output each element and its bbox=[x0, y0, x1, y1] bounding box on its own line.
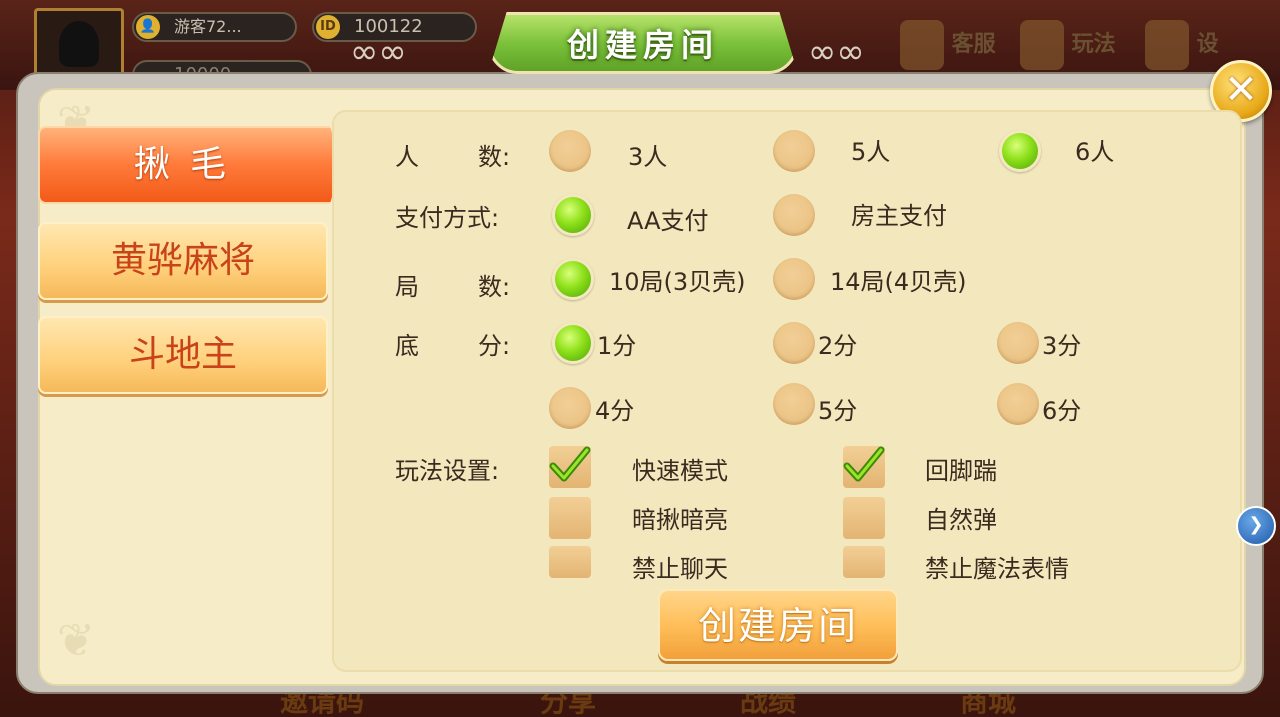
radio-payment-owner[interactable] bbox=[773, 194, 815, 236]
tab-label: 黄骅麻将 bbox=[110, 240, 255, 281]
customer-service-label: 客服 bbox=[951, 32, 996, 57]
radio-score-3[interactable] bbox=[997, 322, 1039, 364]
rule-anjiu-anliang: 暗揪暗亮 bbox=[632, 506, 728, 534]
user-icon: 👤 bbox=[136, 15, 160, 39]
option-score-3: 3分 bbox=[1042, 332, 1082, 360]
create-room-button[interactable]: 创建房间 bbox=[658, 589, 898, 661]
rounds-label-b: 数: bbox=[478, 273, 511, 301]
option-players-6: 6人 bbox=[1075, 138, 1115, 166]
username: 游客72... bbox=[174, 17, 242, 36]
option-rounds-14: 14局(4贝壳) bbox=[830, 268, 967, 296]
swirl-ornament-icon: ∞∞ bbox=[808, 32, 865, 72]
rules-label: 玩法 bbox=[1071, 32, 1116, 57]
players-label-a: 人 bbox=[395, 143, 419, 171]
tab-doudizhu[interactable]: 斗地主 bbox=[38, 316, 328, 394]
radio-score-2[interactable] bbox=[773, 322, 815, 364]
checkbox-fast-mode[interactable] bbox=[549, 446, 591, 488]
radio-players-5[interactable] bbox=[773, 130, 815, 172]
side-drawer-handle[interactable]: ❯ bbox=[1236, 506, 1276, 546]
rule-huijiaochuai: 回脚踹 bbox=[925, 457, 997, 485]
checkbox-no-chat[interactable] bbox=[549, 546, 591, 578]
avatar[interactable] bbox=[34, 8, 124, 78]
rule-no-chat: 禁止聊天 bbox=[632, 555, 728, 583]
corner-ornament-icon: ❦ bbox=[56, 613, 96, 667]
option-score-2: 2分 bbox=[818, 332, 858, 360]
checkbox-ziran-dan[interactable] bbox=[843, 497, 885, 539]
radio-score-4[interactable] bbox=[549, 387, 591, 429]
rule-ziran-dan: 自然弹 bbox=[925, 506, 997, 534]
rules-button[interactable]: 玩法 bbox=[1020, 20, 1116, 70]
checkbox-no-magic-emoji[interactable] bbox=[843, 546, 885, 578]
tab-jiumao[interactable]: 揪毛 bbox=[38, 126, 342, 204]
payment-label: 支付方式: bbox=[395, 204, 500, 232]
dialog-title-banner: 创建房间 bbox=[488, 12, 798, 74]
gear-icon bbox=[1145, 20, 1189, 70]
option-score-6: 6分 bbox=[1042, 397, 1082, 425]
book-icon bbox=[1020, 20, 1064, 70]
rule-fast-mode: 快速模式 bbox=[632, 457, 728, 485]
rule-no-magic-emoji: 禁止魔法表情 bbox=[925, 555, 1069, 583]
players-label-b: 数: bbox=[478, 143, 511, 171]
base-score-label-b: 分: bbox=[478, 332, 511, 360]
option-score-5: 5分 bbox=[818, 397, 858, 425]
option-rounds-10: 10局(3贝壳) bbox=[609, 268, 746, 296]
checkbox-anjiu-anliang[interactable] bbox=[549, 497, 591, 539]
headset-icon bbox=[900, 20, 944, 70]
radio-rounds-10[interactable] bbox=[552, 258, 594, 300]
radio-rounds-14[interactable] bbox=[773, 258, 815, 300]
close-x-icon: ✕ bbox=[1224, 67, 1258, 113]
option-players-3: 3人 bbox=[628, 143, 668, 171]
tab-huanghua-mahjong[interactable]: 黄骅麻将 bbox=[38, 222, 328, 300]
rules-label: 玩法设置: bbox=[395, 457, 500, 485]
checkbox-huijiaochuai[interactable] bbox=[843, 446, 885, 488]
radio-score-5[interactable] bbox=[773, 383, 815, 425]
id-badge-icon: ID bbox=[316, 15, 340, 39]
option-score-1: 1分 bbox=[597, 332, 637, 360]
base-score-label-a: 底 bbox=[395, 332, 419, 360]
username-pill: 👤 游客72... bbox=[132, 12, 297, 42]
radio-payment-aa[interactable] bbox=[552, 194, 594, 236]
option-score-4: 4分 bbox=[595, 397, 635, 425]
checkmark-icon bbox=[549, 446, 591, 482]
radio-players-3[interactable] bbox=[549, 130, 591, 172]
radio-score-6[interactable] bbox=[997, 383, 1039, 425]
option-payment-owner: 房主支付 bbox=[851, 202, 947, 230]
settings-button[interactable]: 设 bbox=[1145, 20, 1219, 70]
radio-score-1[interactable] bbox=[552, 322, 594, 364]
settings-label: 设 bbox=[1196, 32, 1219, 57]
tab-label: 斗地主 bbox=[128, 334, 237, 375]
rounds-label-a: 局 bbox=[395, 273, 419, 301]
expand-icon: ❯ bbox=[1248, 514, 1264, 535]
tab-label: 揪毛 bbox=[133, 144, 246, 185]
dialog-title: 创建房间 bbox=[566, 26, 719, 64]
customer-service-button[interactable]: 客服 bbox=[900, 20, 996, 70]
create-room-label: 创建房间 bbox=[697, 604, 858, 648]
checkmark-icon bbox=[843, 446, 885, 482]
option-players-5: 5人 bbox=[851, 138, 891, 166]
radio-players-6[interactable] bbox=[999, 130, 1041, 172]
option-payment-aa: AA支付 bbox=[627, 207, 709, 235]
swirl-ornament-icon: ∞∞ bbox=[350, 32, 407, 72]
